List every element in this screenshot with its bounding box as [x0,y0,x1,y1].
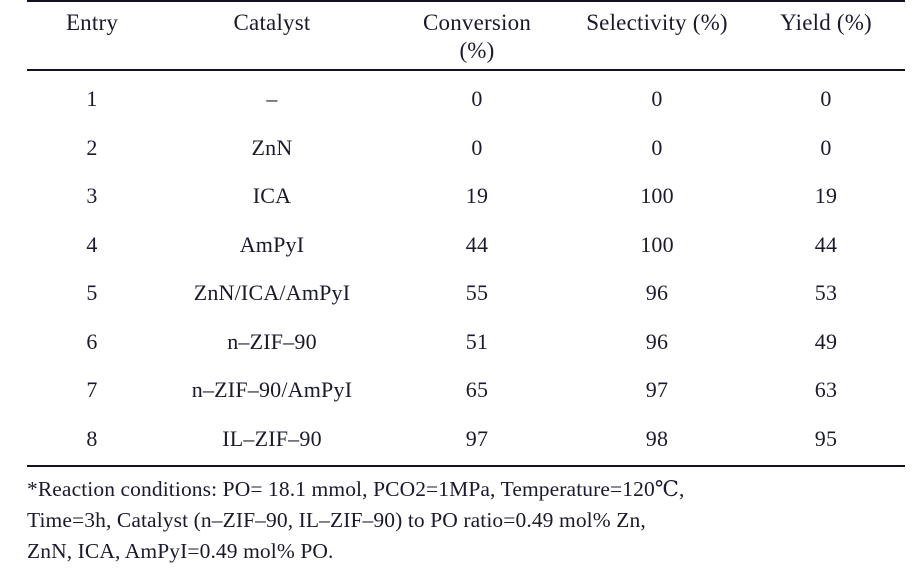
cell-entry: 2 [86,134,98,160]
table-header-row: Entry Catalyst Conversion (%) Selectivity… [27,0,905,69]
cell-catalyst: AmPyI [239,231,305,257]
table-row: 4 AmPyI 44 100 44 [27,221,905,270]
bottom-rule-line [27,463,905,468]
cell-catalyst: ICA [252,183,292,209]
cell-yield: 0 [820,86,832,112]
cell-selectivity: 0 [651,86,663,112]
cell-conversion: 65 [465,377,489,403]
cell-yield: 95 [814,425,838,451]
cell-yield: 53 [814,280,838,306]
column-header-entry: Entry [27,0,157,69]
cell-selectivity: 96 [645,280,669,306]
cell-yield: 0 [820,134,832,160]
footnote-line-3: ZnN, ICA, AmPyI=0.49 mol% PO. [27,539,334,563]
cell-conversion: 19 [465,183,489,209]
cell-entry: 1 [86,86,98,112]
cell-selectivity: 97 [645,377,669,403]
cell-yield: 49 [814,328,838,354]
cell-conversion: 97 [465,425,489,451]
column-header-selectivity: Selectivity (%) [567,0,747,69]
table-row: 5 ZnN/ICA/AmPyI 55 96 53 [27,269,905,318]
cell-yield: 44 [814,231,838,257]
cell-catalyst: n–ZIF–90 [227,328,317,354]
catalyst-performance-table: Entry Catalyst Conversion (%) Selectivity… [27,0,905,468]
table-row: 2 ZnN 0 0 0 [27,124,905,173]
cell-selectivity: 98 [645,425,669,451]
cell-entry: 5 [86,280,98,306]
column-header-catalyst: Catalyst [157,0,387,69]
cell-entry: 4 [86,231,98,257]
column-header-conversion: Conversion (%) [387,0,567,69]
cell-conversion: 44 [465,231,489,257]
footnote-line-2: Time=3h, Catalyst (n–ZIF–90, IL–ZIF–90) … [27,508,646,532]
table-row: 6 n–ZIF–90 51 96 49 [27,318,905,367]
cell-conversion: 0 [471,86,483,112]
cell-selectivity: 100 [640,183,674,209]
cell-catalyst: n–ZIF–90/AmPyI [191,377,353,403]
cell-entry: 6 [86,328,98,354]
cell-conversion: 0 [471,134,483,160]
bottom-rule [27,463,905,468]
cell-catalyst: ZnN [251,134,293,160]
column-header-conversion-line2: (%) [459,37,495,63]
cell-yield: 63 [814,377,838,403]
table-row: 3 ICA 19 100 19 [27,172,905,221]
cell-yield: 19 [814,183,838,209]
cell-selectivity: 0 [651,134,663,160]
footnote-line-1: *Reaction conditions: PO= 18.1 mmol, PCO… [27,477,685,501]
cell-catalyst: – [266,86,278,112]
cell-catalyst: ZnN/ICA/AmPyI [193,280,351,306]
cell-selectivity: 100 [640,231,674,257]
table-footnote: *Reaction conditions: PO= 18.1 mmol, PCO… [27,474,907,567]
table-container: Entry Catalyst Conversion (%) Selectivity… [27,0,905,468]
cell-entry: 8 [86,425,98,451]
table-body: 1 – 0 0 0 2 ZnN 0 0 0 3 ICA 19 100 19 4 … [27,70,905,468]
cell-selectivity: 96 [645,328,669,354]
cell-entry: 7 [86,377,98,403]
column-header-conversion-line1: Conversion [422,10,532,35]
table-row: 7 n–ZIF–90/AmPyI 65 97 63 [27,366,905,415]
cell-conversion: 55 [465,280,489,306]
cell-entry: 3 [86,183,98,209]
table-page: Entry Catalyst Conversion (%) Selectivity… [0,0,920,582]
table-header: Entry Catalyst Conversion (%) Selectivity… [27,0,905,72]
column-header-yield: Yield (%) [747,0,905,69]
cell-catalyst: IL–ZIF–90 [222,425,322,451]
table-row: 8 IL–ZIF–90 97 98 95 [27,415,905,464]
table-row: 1 – 0 0 0 [27,70,905,124]
cell-conversion: 51 [465,328,489,354]
